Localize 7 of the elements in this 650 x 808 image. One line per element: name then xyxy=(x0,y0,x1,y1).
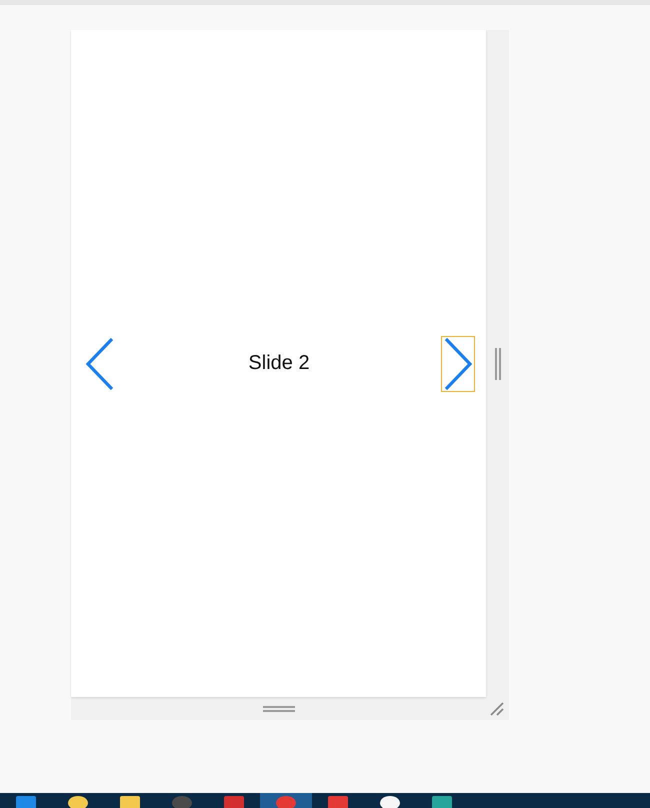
resize-handle-icon[interactable] xyxy=(494,348,502,380)
chevron-right-icon xyxy=(443,336,473,390)
resize-corner-icon[interactable] xyxy=(489,701,505,717)
chevron-left-icon xyxy=(85,336,115,390)
next-button[interactable] xyxy=(441,336,475,392)
slide-text: Slide 2 xyxy=(248,352,310,375)
resize-handle-icon[interactable] xyxy=(262,704,294,712)
